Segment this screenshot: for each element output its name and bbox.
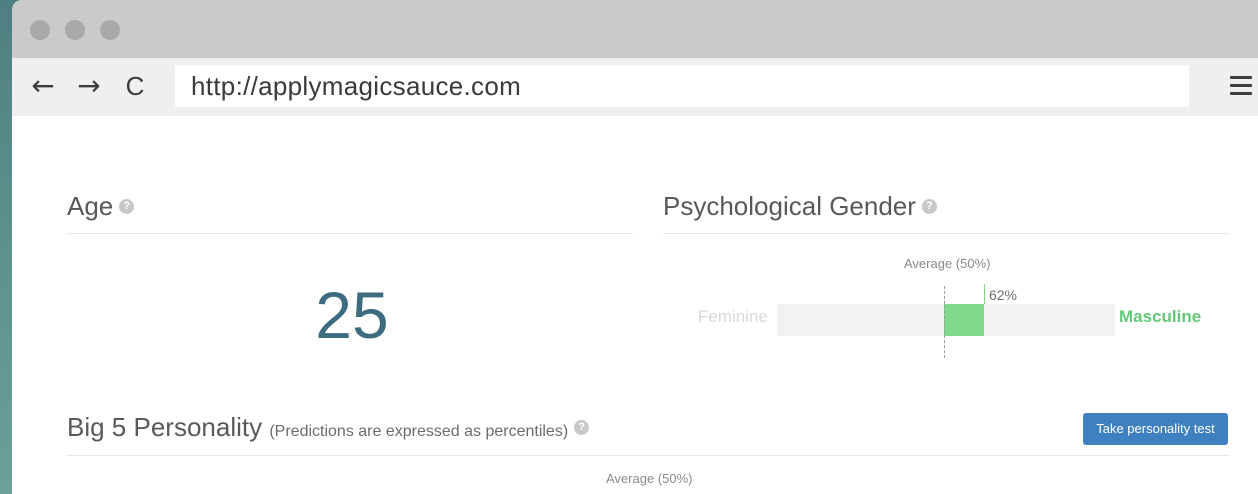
age-title: Age bbox=[67, 191, 114, 221]
gender-bar-track bbox=[777, 304, 1115, 336]
big5-average-label: Average (50%) bbox=[606, 471, 693, 486]
back-arrow-icon[interactable]: ← bbox=[26, 68, 60, 104]
gender-divider bbox=[663, 233, 1229, 234]
age-heading: Age? bbox=[67, 191, 135, 222]
masculine-label: Masculine bbox=[1119, 307, 1202, 326]
take-personality-test-button[interactable]: Take personality test bbox=[1083, 413, 1228, 445]
feminine-label: Feminine bbox=[698, 307, 768, 326]
reload-icon[interactable]: C bbox=[118, 68, 152, 104]
window-maximize-dot[interactable] bbox=[100, 20, 120, 40]
gender-heading: Psychological Gender? bbox=[663, 191, 937, 222]
age-divider bbox=[67, 233, 633, 234]
big5-title: Big 5 Personality bbox=[67, 412, 263, 442]
average-marker-line bbox=[944, 286, 945, 358]
gender-title: Psychological Gender bbox=[663, 191, 916, 221]
big5-heading: Big 5 Personality (Predictions are expre… bbox=[67, 412, 590, 443]
help-icon[interactable]: ? bbox=[574, 419, 590, 435]
title-bar bbox=[12, 0, 1258, 58]
window-minimize-dot[interactable] bbox=[65, 20, 85, 40]
browser-window: ← → C http://applymagicsauce.com Age? 25… bbox=[12, 0, 1258, 494]
url-text[interactable]: http://applymagicsauce.com bbox=[191, 65, 521, 107]
big5-divider bbox=[67, 455, 1229, 456]
gender-bar-fill bbox=[944, 304, 984, 336]
address-bar[interactable]: http://applymagicsauce.com bbox=[175, 65, 1189, 107]
help-icon[interactable]: ? bbox=[119, 198, 135, 214]
hamburger-menu-icon[interactable] bbox=[1230, 76, 1252, 96]
help-icon[interactable]: ? bbox=[921, 198, 937, 214]
gender-value-marker bbox=[983, 284, 985, 304]
gender-average-label: Average (50%) bbox=[904, 256, 991, 271]
window-close-dot[interactable] bbox=[30, 20, 50, 40]
forward-arrow-icon[interactable]: → bbox=[72, 68, 106, 104]
age-value: 25 bbox=[315, 278, 389, 352]
gender-percent-label: 62% bbox=[988, 287, 1017, 303]
big5-subtitle: (Predictions are expressed as percentile… bbox=[269, 423, 569, 440]
browser-toolbar: ← → C http://applymagicsauce.com bbox=[12, 58, 1258, 116]
